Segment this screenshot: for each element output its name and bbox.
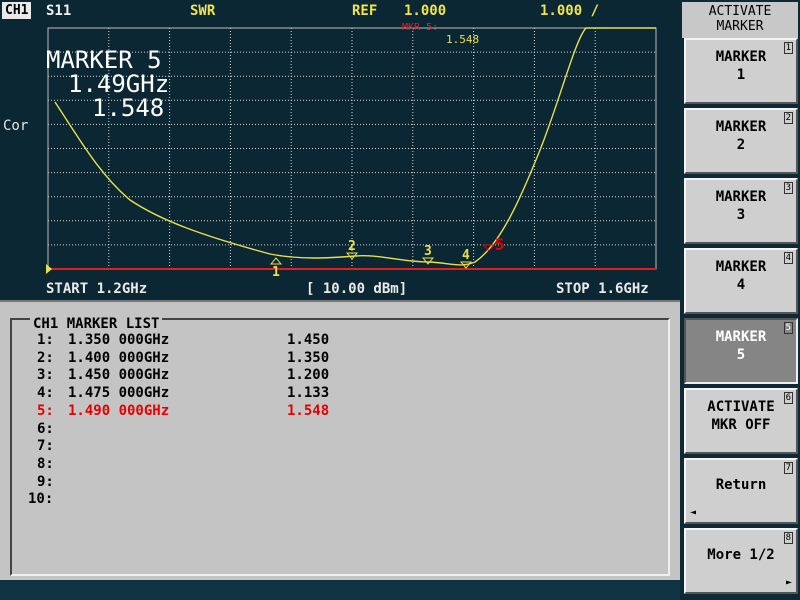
marker-1-softkey[interactable]: MARKER 1 1 — [684, 38, 798, 104]
softkey-number: 6 — [783, 392, 793, 404]
softkey-label: MARKER 1 — [715, 49, 767, 83]
ref-label: REF — [352, 3, 378, 19]
marker-3-label: 3 — [424, 244, 432, 259]
marker-list-index: 3: — [37, 367, 54, 384]
softkey-label: MARKER 5 — [715, 329, 767, 363]
marker-2-softkey[interactable]: MARKER 2 2 — [684, 108, 798, 174]
marker-list-row: 4: 1.475 000GHz 1.133 — [37, 385, 329, 402]
marker-list-frequency: 1.490 000GHz — [68, 402, 170, 419]
sweep-footer: START 1.2GHz [ 10.00 dBm] STOP 1.6GHz — [0, 279, 680, 299]
trace-plot: 1 2 3 4 5 — [46, 27, 657, 280]
marker-header-value: 1.548 — [446, 33, 480, 46]
marker-5-softkey[interactable]: MARKER 5 5 — [684, 318, 798, 384]
softkey-label: ACTIVATE MKR OFF — [707, 399, 775, 433]
marker-readout-value: 1.548 — [92, 94, 165, 122]
marker-list-frequency: 1.400 000GHz — [68, 349, 170, 366]
softkey-label: MARKER 4 — [715, 259, 767, 293]
marker-4-softkey[interactable]: MARKER 4 4 — [684, 248, 798, 314]
instrument-display: 1 2 3 4 5 CH1 S11 SWR REF 1.000 1.000 / MKR … — [0, 0, 680, 300]
softkey-number: 7 — [783, 462, 793, 474]
marker-5-label: 5 — [495, 235, 505, 254]
marker-list-index: 5: — [37, 402, 54, 419]
marker-list-index: 8: — [37, 455, 54, 472]
marker-list-index: 4: — [37, 385, 54, 402]
marker-readout-title: MARKER 5 — [46, 46, 162, 74]
scale-value: 1.000 / — [540, 3, 600, 19]
marker-readout-freq: 1.49GHz — [68, 70, 170, 98]
softkey-number: 8 — [783, 532, 793, 544]
softkey-label: Return — [715, 477, 767, 493]
marker-list-row: 6: — [37, 421, 54, 437]
marker-list-value: 1.450 — [287, 332, 330, 348]
start-frequency: START 1.2GHz — [46, 281, 148, 297]
reference-arrow-left — [46, 264, 52, 274]
marker-list-row: 8: — [37, 456, 54, 472]
softkey-label: MARKER 2 — [715, 119, 767, 153]
marker-1-symbol — [269, 257, 283, 265]
marker-list-row: 2: 1.400 000GHz 1.350 — [37, 349, 329, 366]
right-arrow-icon: ► — [785, 577, 792, 588]
softkey-number: 5 — [783, 322, 793, 334]
softkey-number: 1 — [783, 42, 793, 54]
marker-list-row: 9: — [37, 474, 54, 490]
softkey-label: More 1/2 — [707, 547, 775, 563]
marker-3-softkey[interactable]: MARKER 3 3 — [684, 178, 798, 244]
source-power: [ 10.00 dBm] — [306, 281, 408, 297]
softkey-number: 2 — [783, 112, 793, 124]
more-softkey[interactable]: More 1/2 8 ► — [684, 528, 798, 594]
marker-1-label: 1 — [272, 265, 280, 280]
marker-list-value: 1.548 — [287, 402, 330, 419]
marker-list-row: 10: — [28, 491, 53, 507]
parameter-label: S11 — [46, 3, 72, 19]
stop-frequency: STOP 1.6GHz — [556, 281, 649, 297]
marker-list-frequency: 1.350 000GHz — [68, 332, 170, 348]
marker-readout: MARKER 5 1.49GHz 1.548 — [46, 48, 169, 120]
marker-list-row: 3: 1.450 000GHz 1.200 — [37, 367, 329, 384]
marker-list-title: CH1 MARKER LIST — [30, 316, 163, 332]
format-label: SWR — [190, 3, 216, 19]
ref-value: 1.000 — [404, 3, 447, 19]
activate-mkr-off-softkey[interactable]: ACTIVATE MKR OFF 6 — [684, 388, 798, 454]
softkey-number: 4 — [783, 252, 793, 264]
marker-list-frequency: 1.475 000GHz — [68, 385, 170, 402]
marker-list-frequency: 1.450 000GHz — [68, 367, 170, 384]
softkey-label: MARKER 3 — [715, 189, 767, 223]
marker-list-row: 7: — [37, 438, 54, 454]
marker-2-label: 2 — [348, 239, 356, 254]
marker-list-index: 7: — [37, 438, 54, 455]
softkey-number: 3 — [783, 182, 793, 194]
status-header: CH1 S11 SWR REF 1.000 1.000 / — [0, 0, 680, 22]
marker-list-row: 5: 1.490 000GHz 1.548 — [37, 402, 329, 419]
softkey-menu-title: ACTIVATE MARKER — [682, 2, 798, 38]
correction-indicator: Cor — [3, 118, 29, 134]
bottom-bar — [0, 580, 680, 600]
marker-list-index: 1: — [37, 332, 54, 348]
marker-list-index: 6: — [37, 420, 54, 437]
marker-list-row: 1: 1.350 000GHz 1.450 — [37, 332, 329, 348]
marker-list-value: 1.133 — [287, 385, 330, 402]
marker-4-label: 4 — [462, 248, 470, 263]
marker-list-index: 2: — [37, 349, 54, 366]
marker-header-label: MKR 5: — [402, 22, 439, 33]
left-arrow-icon: ◄ — [690, 507, 697, 518]
marker-list-index: 10: — [28, 491, 54, 508]
channel-indicator: CH1 — [2, 2, 32, 19]
marker-list-value: 1.350 — [287, 349, 330, 366]
marker-list-index: 9: — [37, 473, 54, 490]
return-softkey[interactable]: Return 7 ◄ — [684, 458, 798, 524]
marker-list-value: 1.200 — [287, 367, 330, 384]
